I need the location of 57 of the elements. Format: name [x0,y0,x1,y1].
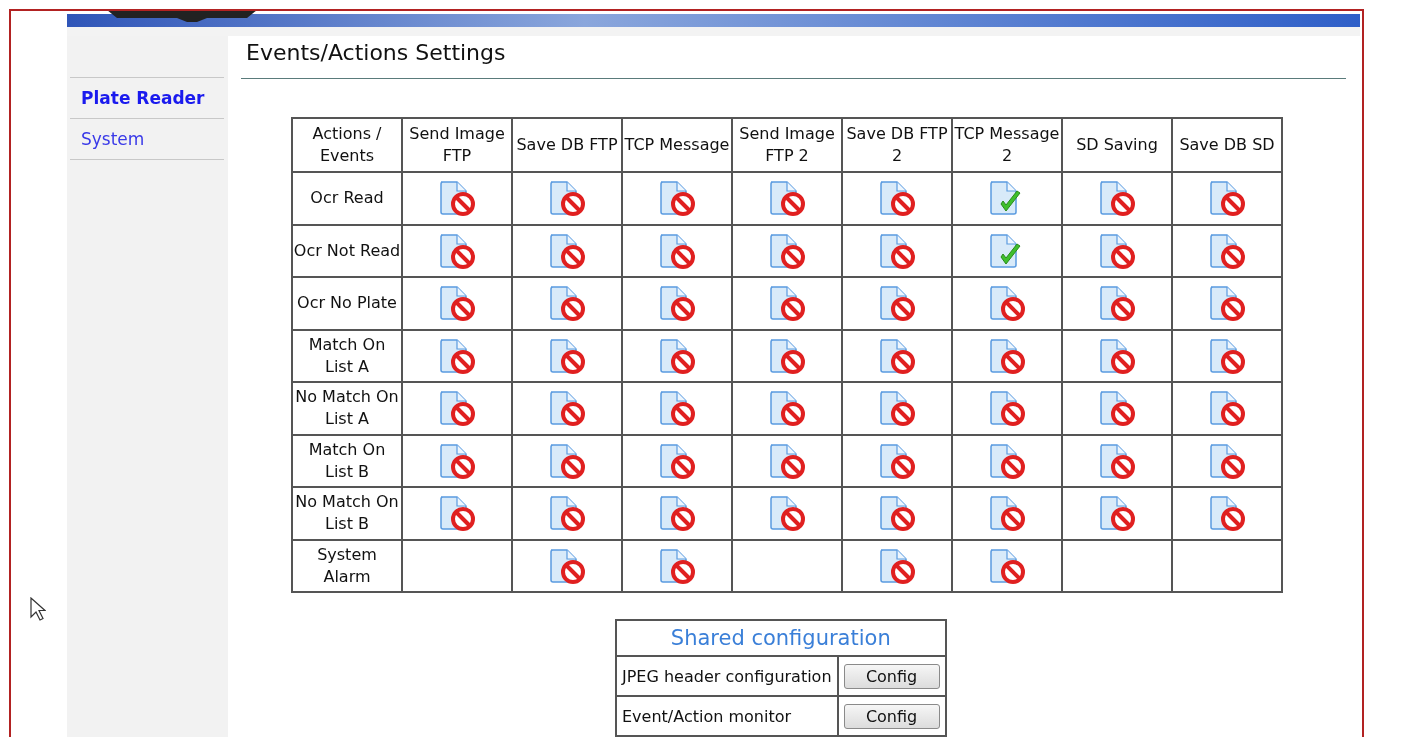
document-blocked-icon[interactable] [1097,493,1137,534]
config-button[interactable]: Config [843,663,940,689]
document-blocked-icon[interactable] [1207,178,1247,219]
document-blocked-icon[interactable] [547,283,587,324]
header-cell: Save DB FTP [512,118,622,172]
document-blocked-icon[interactable] [437,178,477,219]
header-cell: Send Image FTP [402,118,512,172]
document-blocked-icon[interactable] [1097,283,1137,324]
shared-config-title: Shared configuration [616,620,946,656]
document-blocked-icon[interactable] [437,388,477,429]
event-cell: No Match On List A [292,382,402,435]
document-blocked-icon[interactable] [437,283,477,324]
sidebar-item[interactable]: Plate Reader [70,77,224,118]
document-blocked-icon[interactable] [1207,283,1247,324]
document-blocked-icon[interactable] [767,178,807,219]
document-blocked-icon[interactable] [547,388,587,429]
config-button[interactable]: Config [843,703,940,729]
mouse-cursor-icon [30,597,46,621]
header-cell: Actions / Events [292,118,402,172]
document-blocked-icon[interactable] [767,283,807,324]
document-blocked-icon[interactable] [767,388,807,429]
document-blocked-icon[interactable] [877,388,917,429]
config-label: Event/Action monitor [616,696,838,736]
document-blocked-icon[interactable] [877,178,917,219]
event-cell: Ocr No Plate [292,277,402,330]
header-cell: TCP Message [622,118,732,172]
document-blocked-icon[interactable] [657,283,697,324]
event-cell: No Match On List B [292,487,402,540]
document-blocked-icon[interactable] [877,493,917,534]
document-blocked-icon[interactable] [547,178,587,219]
header-cell: SD Saving [1062,118,1172,172]
header-cell: TCP Message 2 [952,118,1062,172]
document-blocked-icon[interactable] [767,493,807,534]
document-blocked-icon[interactable] [987,388,1027,429]
header-cell: Send Image FTP 2 [732,118,842,172]
document-blocked-icon[interactable] [437,493,477,534]
document-blocked-icon[interactable] [877,283,917,324]
event-cell: Ocr Not Read [292,224,402,277]
event-cell: Match On List A [292,329,402,382]
event-cell: Ocr Read [292,172,402,225]
document-blocked-icon[interactable] [1097,388,1137,429]
document-blocked-icon[interactable] [1097,178,1137,219]
document-blocked-icon[interactable] [1207,388,1247,429]
page-title: Events/Actions Settings [246,40,506,65]
event-cell: Match On List B [292,434,402,487]
document-blocked-icon[interactable] [657,178,697,219]
event-cell: System Alarm [292,539,402,592]
config-label: JPEG header configuration [616,656,838,696]
header-cell: Save DB SD [1172,118,1282,172]
document-blocked-icon[interactable] [1207,493,1247,534]
document-blocked-icon[interactable] [657,493,697,534]
document-blocked-icon[interactable] [657,388,697,429]
sidebar-item[interactable]: System [70,118,224,160]
document-blocked-icon[interactable] [987,283,1027,324]
document-blocked-icon[interactable] [547,493,587,534]
header-cell: Save DB FTP 2 [842,118,952,172]
document-blocked-icon[interactable] [987,493,1027,534]
